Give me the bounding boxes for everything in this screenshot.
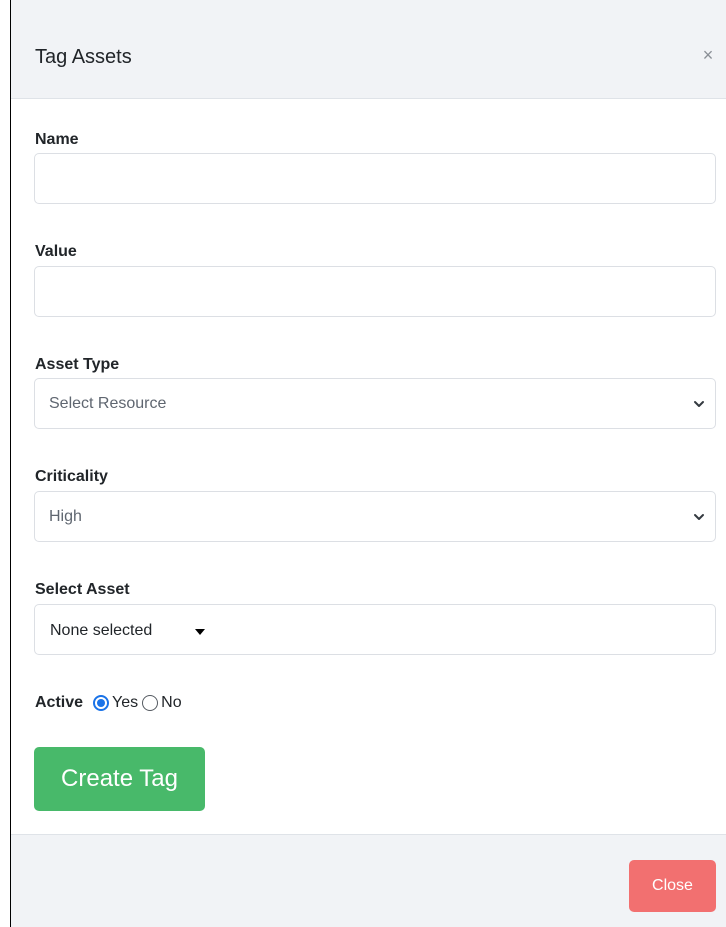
active-no-radio[interactable] [142,695,159,711]
select-asset-selected-value: None selected [50,622,153,639]
asset-type-label: Asset Type [35,356,120,373]
modal-header: Tag Assets × [11,0,726,99]
value-input[interactable] [34,266,716,317]
criticality-selected-value: High [49,508,82,525]
caret-down-icon [195,629,205,635]
name-label: Name [35,131,79,148]
name-input[interactable] [34,153,716,204]
chevron-down-icon [694,514,704,520]
close-button[interactable]: Close [629,860,716,912]
active-radio-group: Active Yes No [35,692,186,714]
tag-assets-modal: Tag Assets × Name Value Asset Type Selec… [10,0,726,927]
chevron-down-icon [694,401,704,407]
active-yes-label[interactable]: Yes [112,693,138,713]
active-yes-radio[interactable] [93,695,110,711]
modal-title: Tag Assets [35,46,132,68]
modal-footer: Close [11,834,726,927]
criticality-select[interactable]: High [34,491,716,542]
close-icon[interactable]: × [697,44,719,66]
criticality-label: Criticality [35,468,108,485]
active-label: Active [35,694,84,711]
asset-type-selected-value: Select Resource [49,395,167,412]
select-asset-dropdown[interactable]: None selected [34,604,716,655]
asset-type-select[interactable]: Select Resource [34,378,716,429]
create-tag-button[interactable]: Create Tag [34,747,205,811]
active-no-label[interactable]: No [161,693,181,713]
value-label: Value [35,243,77,260]
select-asset-label: Select Asset [35,581,130,598]
